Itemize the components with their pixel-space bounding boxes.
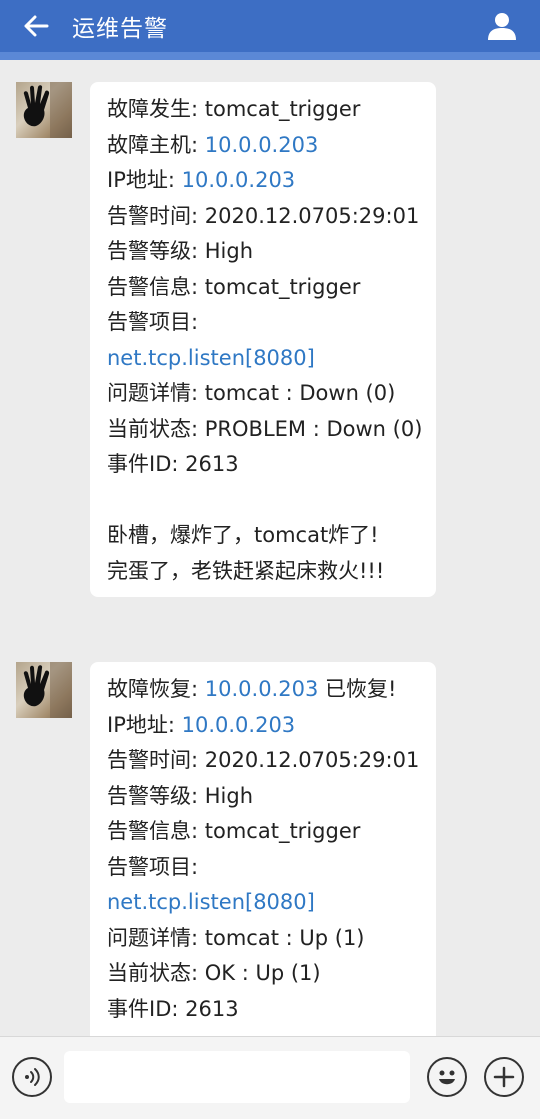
alert-item-link[interactable]: net.tcp.listen[8080] [107, 341, 426, 377]
alert-line-item-label: 告警项目: [107, 310, 199, 334]
ip-link[interactable]: 10.0.0.203 [182, 168, 296, 192]
avatar[interactable] [16, 662, 72, 718]
alert-item-link[interactable]: net.tcp.listen[8080] [107, 885, 426, 921]
user-profile-button[interactable] [486, 10, 518, 42]
voice-icon [25, 1068, 40, 1086]
alert-line-status: 当前状态: OK : Up (1) [107, 961, 321, 985]
page-title: 运维告警 [72, 16, 168, 42]
alert-line-time: 告警时间: 2020.12.0705:29:01 [107, 748, 420, 772]
alert-line-detail: 问题详情: tomcat : Down (0) [107, 381, 396, 405]
back-button[interactable] [0, 0, 72, 52]
chat-area[interactable]: 故障发生: tomcat_trigger 故障主机: 10.0.0.203 IP… [0, 60, 540, 1036]
alert-line-host: 故障主机: 10.0.0.203 [107, 132, 319, 157]
input-bar [0, 1036, 540, 1119]
alert-line-event: 事件ID: 2613 [107, 996, 239, 1021]
arrow-left-icon [24, 15, 49, 37]
note-line: 完蛋了，老铁赶紧起床救火!!! [107, 558, 385, 583]
note-line: 卧槽，爆炸了，tomcat炸了! [107, 523, 379, 547]
alert-line-fault: 故障发生: tomcat_trigger [107, 97, 361, 121]
alert-line-ip: IP地址: 10.0.0.203 [107, 168, 296, 192]
ip-link[interactable]: 10.0.0.203 [182, 713, 296, 737]
alert-line-item-label: 告警项目: [107, 854, 199, 879]
message-bubble[interactable]: 故障发生: tomcat_trigger 故障主机: 10.0.0.203 IP… [90, 82, 436, 597]
alert-line-ip: IP地址: 10.0.0.203 [107, 712, 296, 737]
alert-line-detail: 问题详情: tomcat : Up (1) [107, 925, 365, 950]
alert-line-info: 告警信息: tomcat_trigger [107, 819, 361, 843]
voice-button[interactable] [12, 1057, 52, 1097]
hand-silhouette-icon [23, 662, 72, 718]
alert-line-status: 当前状态: PROBLEM : Down (0) [107, 416, 423, 441]
alert-line-event: 事件ID: 2613 [107, 452, 239, 476]
alert-line-time: 告警时间: 2020.12.0705:29:01 [107, 203, 420, 228]
alert-line-info: 告警信息: tomcat_trigger [107, 274, 361, 299]
avatar[interactable] [16, 82, 72, 138]
emoji-icon [439, 1070, 455, 1085]
user-icon [488, 13, 516, 40]
message-bubble[interactable]: 故障恢复: 10.0.0.203 已恢复! IP地址: 10.0.0.203 告… [90, 662, 436, 1036]
plus-button[interactable] [484, 1057, 524, 1097]
recover-line: 故障恢复: 10.0.0.203 已恢复! [107, 677, 397, 701]
header-bar: 运维告警 [0, 0, 540, 60]
message-input[interactable] [64, 1051, 410, 1103]
emoji-button[interactable] [427, 1057, 467, 1097]
alert-line-level: 告警等级: High [107, 239, 254, 263]
alert-line-level: 告警等级: High [107, 783, 254, 808]
recover-ip-link[interactable]: 10.0.0.203 [205, 677, 319, 701]
plus-icon [493, 1066, 515, 1088]
host-link[interactable]: 10.0.0.203 [205, 133, 319, 157]
hand-silhouette-icon [23, 82, 72, 138]
